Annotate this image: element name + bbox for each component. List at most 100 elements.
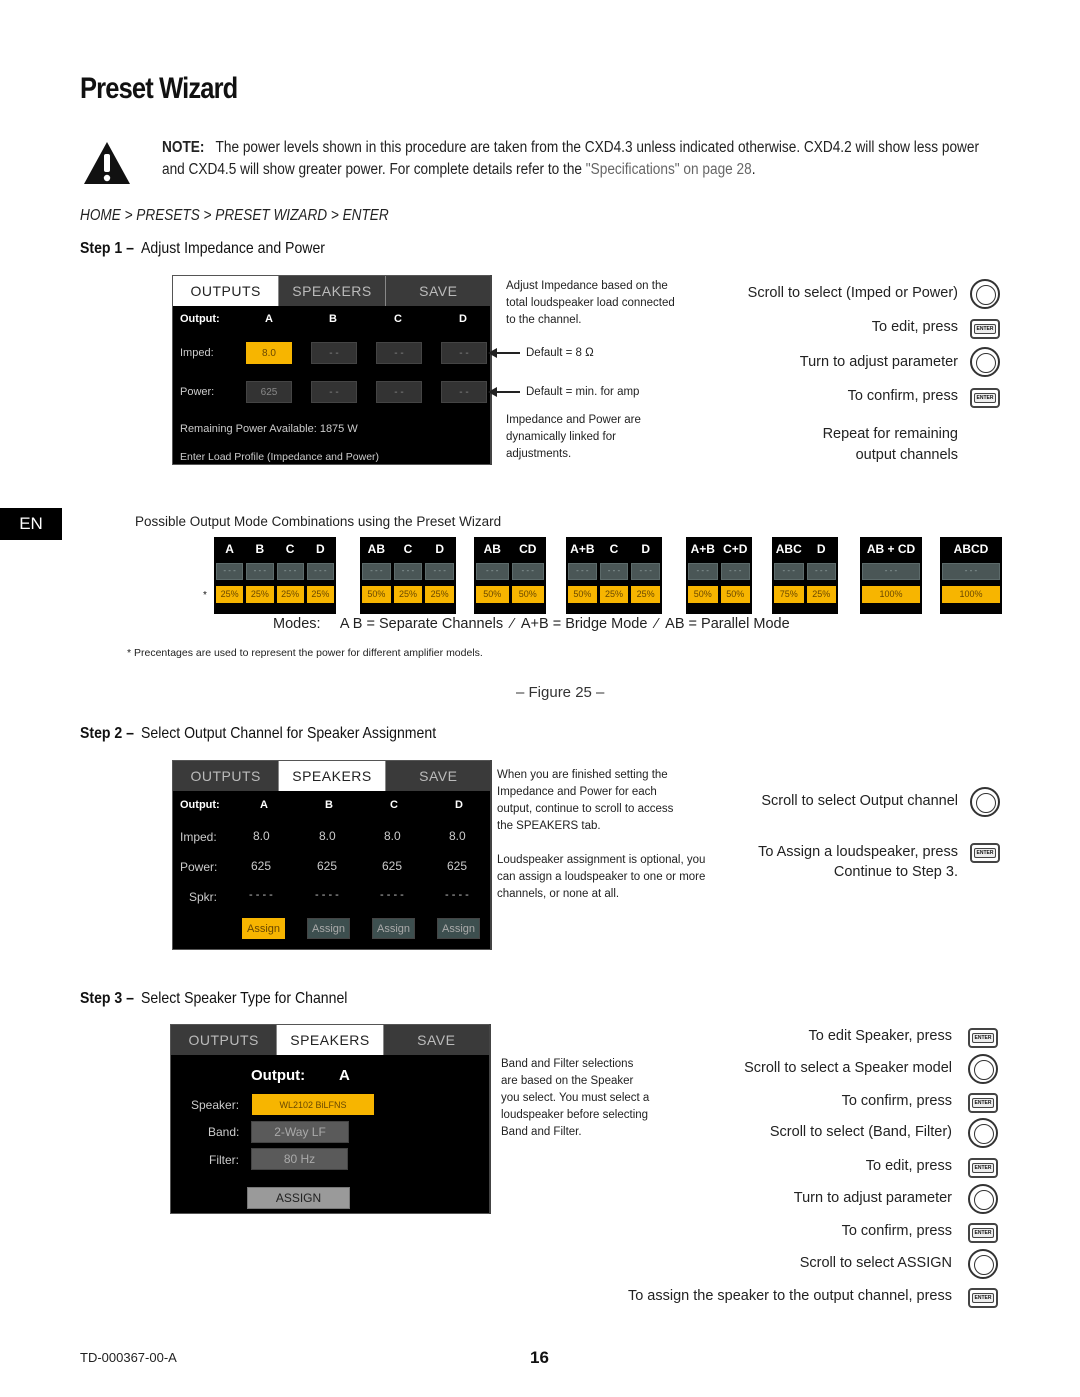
spkr-label: Spkr: bbox=[189, 890, 218, 904]
mode-channel-header: D bbox=[816, 542, 826, 556]
imped-field-a[interactable]: 8.0 bbox=[246, 342, 292, 364]
step2-label: Step 2 – bbox=[80, 725, 134, 742]
instruction: Scroll to select ASSIGN bbox=[799, 1255, 952, 1271]
mode-percent: 25% bbox=[806, 586, 836, 603]
repeat-note-line1: Repeat for remaining bbox=[822, 426, 958, 442]
imped-field-b[interactable]: - - bbox=[311, 342, 357, 364]
channel-header: B bbox=[325, 799, 333, 811]
mode-placeholder: - - - bbox=[425, 563, 454, 580]
note-paragraph: NOTE: The power levels shown in this pro… bbox=[162, 137, 1002, 181]
tab-speakers[interactable]: SPEAKERS bbox=[278, 761, 385, 791]
tab-save[interactable]: SAVE bbox=[384, 761, 491, 791]
tab-save[interactable]: SAVE bbox=[382, 1025, 489, 1055]
mode-placeholder: - - - bbox=[631, 563, 660, 580]
scroll-knob-icon bbox=[970, 279, 1000, 309]
instruction: To confirm, press bbox=[841, 1223, 952, 1239]
mode-channel-header: ABCD bbox=[953, 542, 989, 556]
divider bbox=[489, 1024, 491, 1214]
imped-value: 8.0 bbox=[384, 829, 401, 843]
band-filter-note: Band and Filter selections are based on … bbox=[501, 1058, 650, 1138]
instruction: Scroll to select a Speaker model bbox=[744, 1060, 952, 1076]
mode-placeholder: - - - bbox=[942, 563, 1000, 580]
filter-field[interactable]: 80 Hz bbox=[251, 1148, 348, 1170]
assign-button-c[interactable]: Assign bbox=[372, 918, 415, 939]
tab-outputs[interactable]: OUTPUTS bbox=[173, 276, 279, 306]
mode-placeholder: - - - bbox=[216, 563, 244, 580]
divider bbox=[490, 760, 492, 950]
default-power-note: Default = min. for amp bbox=[526, 386, 640, 398]
power-field-a[interactable]: 625 bbox=[246, 381, 292, 403]
enter-button-icon: ENTER bbox=[968, 1288, 998, 1308]
linked-note: Impedance and Power are dynamically link… bbox=[506, 414, 641, 460]
mode-placeholder: - - - bbox=[511, 563, 544, 580]
mode-channel-header: B bbox=[255, 542, 265, 556]
instruction: To edit Speaker, press bbox=[808, 1028, 952, 1044]
imped-value: 8.0 bbox=[319, 829, 336, 843]
mode-channel-header: D bbox=[641, 542, 650, 556]
speaker-field[interactable]: WL2102 BiLFNS bbox=[252, 1094, 374, 1115]
channel-header: B bbox=[329, 313, 337, 325]
spkr-value: - - - - bbox=[380, 889, 404, 901]
band-field[interactable]: 2-Way LF bbox=[251, 1121, 349, 1143]
tab-outputs[interactable]: OUTPUTS bbox=[171, 1025, 276, 1055]
wizard-tabs: OUTPUTS SPEAKERS SAVE bbox=[173, 276, 491, 306]
output-label: Output: bbox=[180, 313, 220, 325]
note-text: The power levels shown in this procedure… bbox=[162, 139, 980, 178]
instruction: To Assign a loudspeaker, press bbox=[758, 844, 958, 860]
step1-title: Adjust Impedance and Power bbox=[141, 240, 325, 257]
output-label: Output: bbox=[180, 799, 220, 811]
mode-percent: 25% bbox=[599, 586, 629, 603]
channel-header: C bbox=[390, 799, 398, 811]
mode-placeholder: - - - bbox=[688, 563, 718, 580]
imped-field-d[interactable]: - - bbox=[441, 342, 487, 364]
repeat-note-line2: output channels bbox=[855, 447, 958, 463]
note-label: NOTE: bbox=[162, 139, 205, 156]
mode-percent: 75% bbox=[774, 586, 804, 603]
adjust-note: Adjust Impedance based on the total loud… bbox=[506, 280, 675, 326]
band-label: Band: bbox=[208, 1125, 240, 1139]
mode-channel-header: D bbox=[435, 542, 444, 556]
tab-speakers[interactable]: SPEAKERS bbox=[276, 1025, 383, 1055]
channel-header: D bbox=[459, 313, 467, 325]
output-value: A bbox=[339, 1067, 350, 1084]
mode-channel-header: C bbox=[403, 542, 413, 556]
wizard-tabs: OUTPUTS SPEAKERS SAVE bbox=[171, 1025, 489, 1055]
instruction: To confirm, press bbox=[841, 1093, 952, 1109]
tab-speakers[interactable]: SPEAKERS bbox=[278, 276, 384, 306]
scroll-knob-icon bbox=[968, 1184, 998, 1214]
instruction: Scroll to select Output channel bbox=[761, 793, 958, 809]
tab-outputs[interactable]: OUTPUTS bbox=[173, 761, 278, 791]
instruction: Turn to adjust parameter bbox=[793, 1190, 952, 1206]
specifications-link[interactable]: "Specifications" on page 28 bbox=[586, 161, 752, 178]
mode-channel-header: AB bbox=[367, 542, 385, 556]
power-field-b[interactable]: - - bbox=[311, 381, 357, 403]
instruction: To edit, press bbox=[871, 319, 958, 335]
tab-save[interactable]: SAVE bbox=[384, 276, 491, 306]
arrow-left-icon bbox=[488, 387, 520, 397]
language-tab[interactable]: EN bbox=[0, 508, 62, 540]
mode-placeholder: - - - bbox=[246, 563, 274, 580]
mode-placeholder: - - - bbox=[393, 563, 423, 580]
power-field-d[interactable]: - - bbox=[441, 381, 487, 403]
mode-placeholder: - - - bbox=[720, 563, 750, 580]
assign-button-a[interactable]: Assign bbox=[242, 918, 285, 939]
warning-icon bbox=[84, 142, 130, 184]
output-label: Output: bbox=[251, 1067, 306, 1084]
step3-label: Step 3 – bbox=[80, 990, 134, 1007]
mode-percent: 25% bbox=[246, 586, 274, 603]
assign-button-d[interactable]: Assign bbox=[437, 918, 480, 939]
step3-heading: Step 3 – Select Speaker Type for Channel bbox=[80, 990, 347, 1008]
assign-button[interactable]: ASSIGN bbox=[247, 1187, 350, 1209]
imped-field-c[interactable]: - - bbox=[376, 342, 422, 364]
mode-combination: A+B - - -50% C+D - - -50% bbox=[686, 537, 752, 614]
wizard-tabs: OUTPUTS SPEAKERS SAVE bbox=[173, 761, 491, 791]
enter-button-icon: ENTER bbox=[968, 1223, 998, 1243]
power-field-c[interactable]: - - bbox=[376, 381, 422, 403]
divider bbox=[490, 275, 492, 465]
scroll-knob-icon bbox=[970, 347, 1000, 377]
assign-button-b[interactable]: Assign bbox=[307, 918, 350, 939]
mode-placeholder: - - - bbox=[806, 563, 836, 580]
default-imped-note: Default = 8 Ω bbox=[526, 347, 594, 359]
mode-percent: 100% bbox=[862, 586, 920, 603]
mode-placeholder: - - - bbox=[599, 563, 629, 580]
